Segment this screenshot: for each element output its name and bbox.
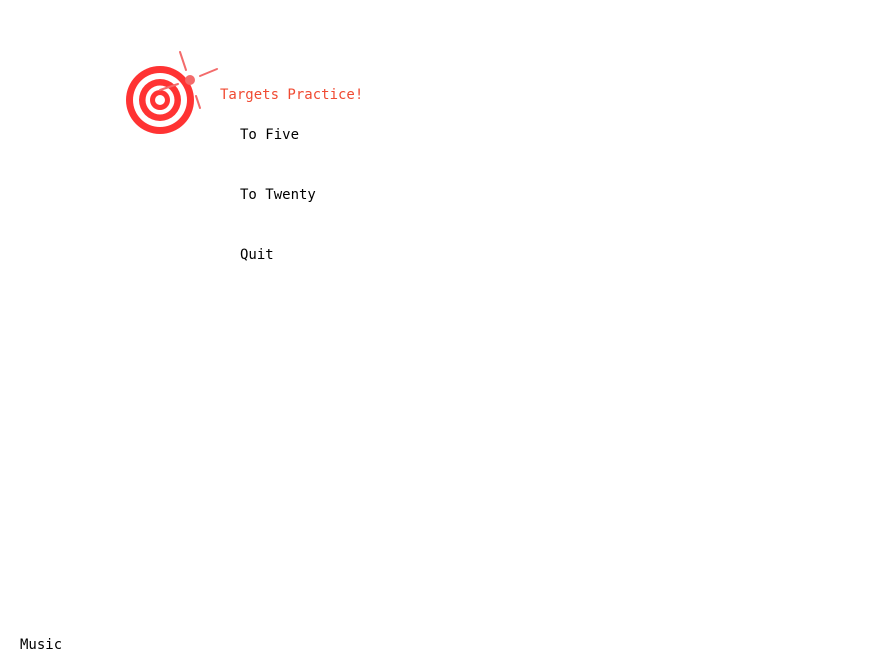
menu-item-quit[interactable]: Quit: [240, 246, 274, 264]
menu-item-to-twenty[interactable]: To Twenty: [240, 186, 316, 204]
sparkle-dot-icon: [185, 75, 195, 85]
menu-item-to-five[interactable]: To Five: [240, 126, 299, 144]
game-menu-screen: { "colors": { "accent": "#ff3333", "titl…: [0, 0, 880, 660]
music-toggle[interactable]: Music: [20, 636, 62, 654]
target-rings: [126, 66, 194, 134]
target-icon: [126, 51, 218, 134]
game-title: Targets Practice!: [220, 87, 364, 103]
